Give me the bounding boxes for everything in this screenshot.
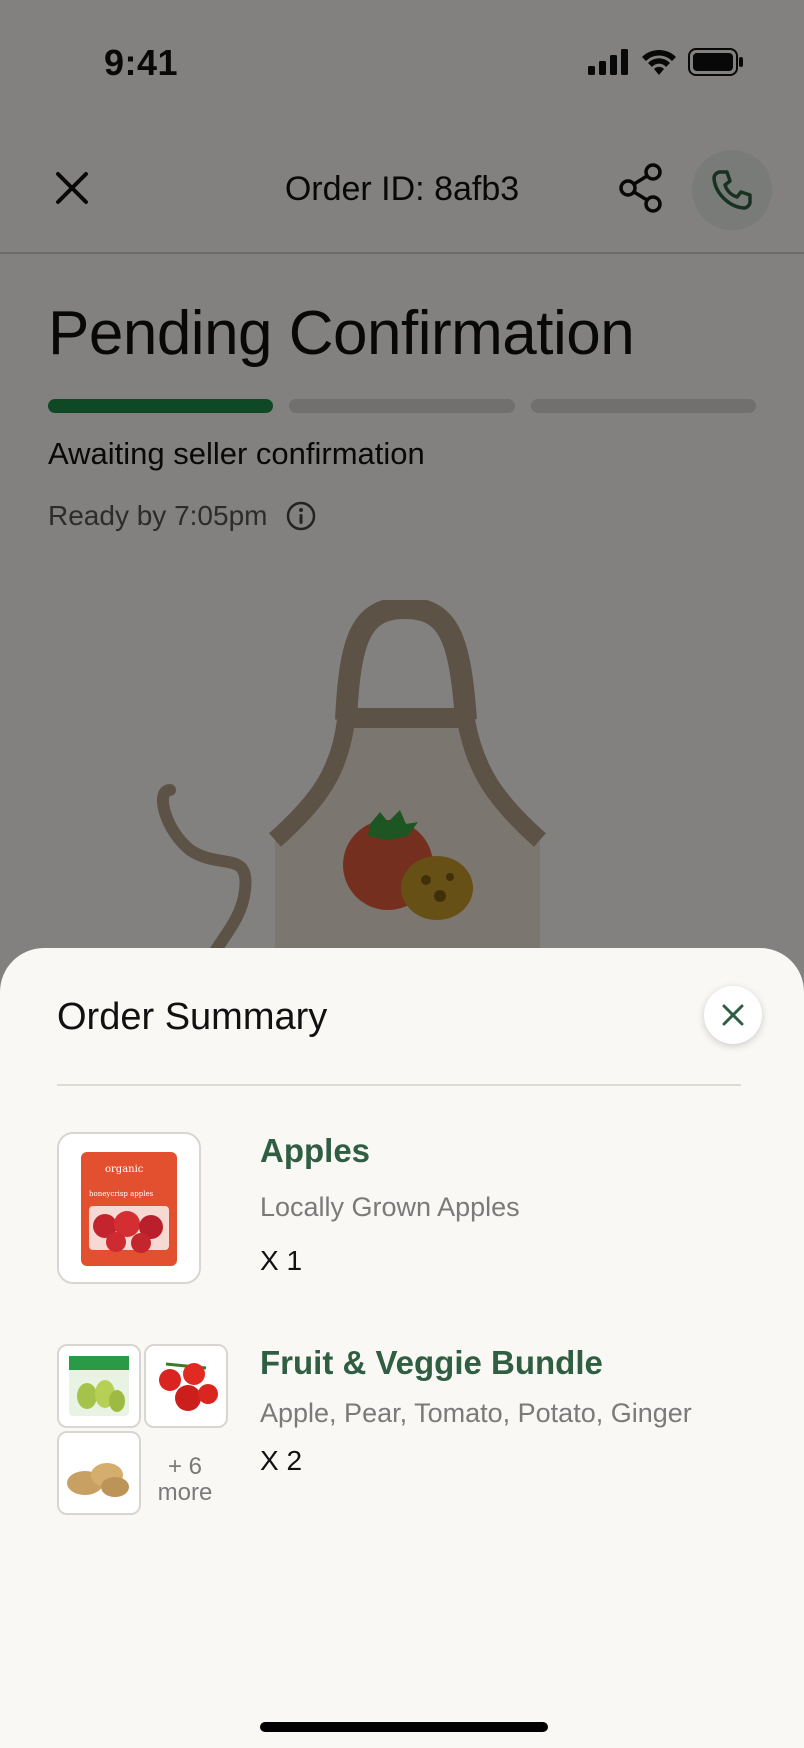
- item-description: Locally Grown Apples: [260, 1192, 520, 1222]
- home-indicator[interactable]: [260, 1722, 548, 1732]
- item-quantity: X 2: [260, 1445, 303, 1476]
- item-thumbnail: organic honeycrisp apples: [57, 1132, 201, 1284]
- item-thumbnail-grid: + 6 more: [57, 1344, 229, 1516]
- pears-icon: [69, 1356, 129, 1416]
- more-items-label[interactable]: + 6 more: [144, 1454, 226, 1506]
- order-summary-sheet: Order Summary organic honeycrisp apples …: [0, 948, 804, 1748]
- more-count: + 6: [167, 1453, 203, 1480]
- tomatoes-thumbnail: [144, 1344, 228, 1428]
- sheet-title: Order Summary: [57, 996, 328, 1038]
- item-description: Apple, Pear, Tomato, Potato, Ginger: [260, 1398, 692, 1428]
- apple-bag-image: organic honeycrisp apples: [81, 1152, 177, 1266]
- item-quantity: X 1: [260, 1245, 303, 1276]
- potatoes-thumbnail: [57, 1431, 141, 1515]
- pears-thumbnail: [57, 1344, 141, 1428]
- more-text: more: [157, 1479, 213, 1506]
- bag-brand-text: organic: [105, 1164, 144, 1175]
- item-details: Fruit & Veggie Bundle Apple, Pear, Tomat…: [260, 1344, 692, 1477]
- divider: [57, 1084, 741, 1086]
- item-name: Apples: [260, 1132, 371, 1169]
- item-details: Apples Locally Grown Apples X 1: [260, 1132, 520, 1277]
- item-name: Fruit & Veggie Bundle: [260, 1344, 603, 1381]
- bag-label-text: honeycrisp apples: [89, 1190, 154, 1198]
- sheet-close-button[interactable]: [704, 986, 762, 1044]
- tomatoes-icon: [159, 1362, 218, 1411]
- close-icon: [722, 1004, 744, 1026]
- potatoes-icon: [67, 1463, 129, 1497]
